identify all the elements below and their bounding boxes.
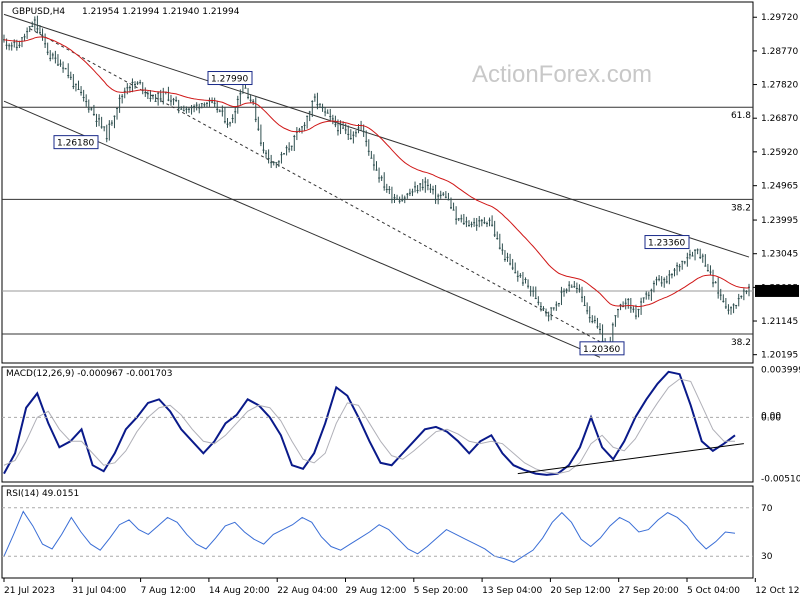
price-tick-label: 1.22095: [761, 283, 798, 293]
rsi-tick-label: 70: [761, 504, 773, 514]
time-tick-label: 21 Jul 2023: [4, 586, 55, 596]
price-tick-label: 1.23995: [761, 216, 798, 226]
macd-title: MACD(12,26,9) -0.000967 -0.001703: [6, 369, 172, 379]
price-tick-label: 1.21145: [761, 317, 798, 327]
chart-svg: ActionForex.com 61.838.238.21.21994 1.27…: [0, 0, 800, 600]
time-tick-label: 31 Jul 04:00: [72, 586, 126, 596]
rsi-tick-label: 30: [761, 552, 773, 562]
time-tick-label: 14 Aug 20:00: [209, 586, 270, 596]
annotation-label: 1.20360: [583, 345, 620, 355]
price-tick-label: 1.27820: [761, 81, 798, 91]
fib-level-label: 38.2: [731, 203, 751, 213]
time-tick-label: 27 Sep 20:00: [619, 586, 679, 596]
time-tick-label: 29 Aug 12:00: [346, 586, 407, 596]
macd-tick-label: 0.00: [761, 413, 781, 423]
time-tick-label: 7 Aug 12:00: [141, 586, 196, 596]
annotation-label: 1.23360: [648, 239, 685, 249]
annotation-label: 1.27990: [211, 75, 248, 85]
price-tick-label: 1.26870: [761, 114, 798, 124]
price-tick-label: 1.23045: [761, 250, 798, 260]
annotation: 1.27990: [207, 71, 253, 86]
price-tick-label: 1.29720: [761, 13, 798, 23]
time-tick-label: 5 Sep 20:00: [414, 586, 469, 596]
annotation-label: 1.26180: [57, 139, 94, 149]
macd-tick-label: 0.003999: [761, 365, 800, 375]
macd-tick-label: -0.005103: [761, 474, 800, 484]
fib-level-label: 38.2: [731, 338, 751, 348]
header-symbol: GBPUSD,H4: [12, 7, 65, 17]
watermark: ActionForex.com: [472, 61, 652, 88]
annotation: 1.23360: [644, 235, 690, 250]
price-tick-label: 1.28770: [761, 47, 798, 57]
time-tick-label: 20 Sep 12:00: [550, 586, 610, 596]
time-tick-label: 5 Oct 04:00: [687, 586, 740, 596]
price-tick-label: 1.20195: [761, 351, 798, 361]
price-tick-label: 1.25920: [761, 148, 798, 158]
time-tick-label: 13 Sep 04:00: [482, 586, 542, 596]
price-tick-label: 1.24965: [761, 182, 798, 192]
annotation: 1.26180: [53, 135, 99, 150]
annotation: 1.20360: [579, 341, 625, 356]
fib-level-label: 61.8: [731, 111, 751, 121]
rsi-title: RSI(14) 49.0151: [6, 489, 79, 499]
header-ohlc: 1.21954 1.21994 1.21940 1.21994: [82, 7, 240, 17]
time-tick-label: 12 Oct 12:00: [755, 586, 800, 596]
time-tick-label: 22 Aug 04:00: [277, 586, 338, 596]
